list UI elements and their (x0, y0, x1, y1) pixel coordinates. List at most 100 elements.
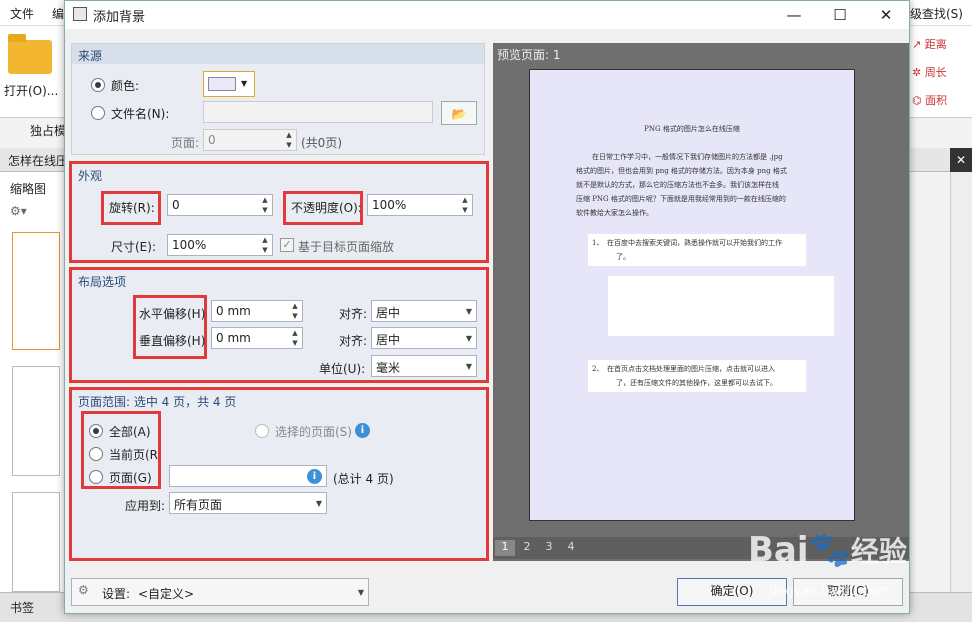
gear-icon[interactable]: ⚙▾ (10, 204, 27, 218)
watermark-url: jingyan.baidu.com (770, 584, 890, 599)
preview-para-5: 软件教给大家怎么操作。 (576, 209, 653, 217)
chevron-down-icon: ▼ (315, 499, 322, 508)
browse-folder-icon[interactable]: 📂 (441, 101, 477, 125)
v-offset-value: 0 mm (216, 331, 251, 345)
h-align-value: 居中 (376, 306, 401, 320)
spinner-arrows-icon: ▲ ▼ (462, 196, 468, 214)
appearance-header: 外观 (78, 169, 103, 183)
preview-step2-line2: 了，还有压缩文件的其他操作，这里都可以去试下。 (616, 379, 777, 387)
pages-total: (总计 4 页) (333, 472, 394, 486)
rotate-spinner[interactable]: 0 ▲ ▼ (167, 194, 273, 216)
gear-icon: ⚙ (78, 583, 89, 597)
perimeter-label: 周长 (924, 66, 947, 79)
all-pages-radio[interactable] (89, 424, 103, 438)
preview-step2-box: 2、 在首页点击文档处理里面的图片压缩，点击就可以进入 了，还有压缩文件的其他操… (588, 360, 806, 392)
color-picker[interactable]: ▼ (203, 71, 255, 97)
page-value: 0 (208, 133, 216, 147)
menu-file[interactable]: 文件 (10, 5, 34, 22)
bookmarks-tab[interactable]: 书签 (10, 599, 34, 616)
v-offset-spinner[interactable]: 0 mm ▲ ▼ (211, 327, 303, 349)
v-align-label: 对齐: (339, 334, 368, 348)
color-radio[interactable] (91, 78, 105, 92)
perimeter-tool[interactable]: ✲ 周长 (912, 64, 947, 80)
color-swatch (208, 77, 236, 91)
watermark-brand: Bai🐾经验 (748, 530, 907, 570)
opacity-value: 100% (372, 198, 407, 212)
source-header: 来源 (72, 44, 484, 64)
filename-field[interactable] (203, 101, 433, 123)
preview-step1-box: 1、 在百度中去搜索关键词，熟悉操作就可以开始我们的工作 了。 (588, 234, 806, 266)
preview-para-3: 就不是默认的方式，那么它的压缩方法也不会多。我们该怎样在线 (576, 181, 779, 189)
thumbnail-page-1[interactable] (12, 232, 60, 350)
preview-para-2: 格式的图片，但也会用到 png 格式的存储方法。因为本身 png 格式 (576, 167, 787, 175)
watermark-brand-text2: 经验 (850, 535, 907, 568)
unit-select[interactable]: 毫米 ▼ (371, 355, 477, 377)
size-spinner[interactable]: 100% ▲ ▼ (167, 234, 273, 256)
preview-page-3[interactable]: 3 (539, 540, 559, 556)
preview-page-4[interactable]: 4 (561, 540, 581, 556)
preview-step1-line1: 1、 在百度中去搜索关键词，熟悉操作就可以开始我们的工作 (592, 239, 782, 247)
open-button-label[interactable]: 打开(O)... (4, 82, 58, 99)
doc-scrollbar[interactable] (950, 172, 972, 592)
h-align-select[interactable]: 居中 ▼ (371, 300, 477, 322)
info-icon[interactable]: i (355, 423, 370, 438)
preview-para-4: 压缩 PNG 格式的图片呢？下面就是用我经常用到的一款在线压缩的 (576, 195, 786, 203)
document-tab[interactable]: 怎样在线压 (8, 152, 68, 169)
color-label: 颜色: (111, 79, 140, 93)
pages-input[interactable] (169, 465, 327, 487)
minimize-icon[interactable]: — (771, 1, 817, 29)
layout-header: 布局选项 (78, 275, 127, 289)
thumbnail-page-3[interactable] (12, 492, 60, 592)
preview-header: 预览页面: 1 (493, 43, 909, 63)
v-offset-label: 垂直偏移(H) (139, 334, 206, 348)
preview-image-placeholder (608, 276, 834, 336)
page-spinner[interactable]: 0 ▲ ▼ (203, 129, 297, 151)
thumbnail-page-2[interactable] (12, 366, 60, 476)
maximize-icon[interactable]: ☐ (817, 1, 863, 29)
apply-to-value: 所有页面 (174, 498, 223, 512)
spinner-arrows-icon: ▲ ▼ (286, 131, 292, 149)
distance-tool[interactable]: ↗ 距离 (912, 36, 947, 52)
chevron-down-icon: ▼ (241, 79, 248, 88)
spinner-arrows-icon: ▲ ▼ (292, 302, 298, 320)
chevron-down-icon: ▼ (465, 362, 472, 371)
preview-page: PNG 格式的图片怎么在线压缩 在日常工作学习中，一般情况下我们存储图片的方法都… (529, 69, 855, 521)
spinner-arrows-icon: ▲ ▼ (262, 236, 268, 254)
current-page-label: 当前页(R (109, 448, 159, 462)
close-doc-icon[interactable]: ✕ (950, 148, 972, 172)
preview-page-2[interactable]: 2 (517, 540, 537, 556)
current-page-radio[interactable] (89, 447, 103, 461)
preview-doc-title: PNG 格式的图片怎么在线压缩 (644, 125, 740, 133)
preview-step1-line2: 了。 (616, 253, 630, 261)
apply-to-select[interactable]: 所有页面 ▼ (169, 492, 327, 514)
menu-edit[interactable]: 编 (52, 5, 64, 22)
pages-radio[interactable] (89, 470, 103, 484)
area-tool[interactable]: ⌬ 面积 (912, 92, 947, 108)
rotate-value: 0 (172, 198, 180, 212)
chevron-down-icon: ▼ (465, 307, 472, 316)
pages-info-icon[interactable]: i (307, 469, 322, 484)
h-align-label: 对齐: (339, 307, 368, 321)
selected-pages-radio[interactable] (255, 424, 269, 438)
rotate-label: 旋转(R): (109, 201, 155, 215)
size-label: 尺寸(E): (111, 240, 156, 254)
filename-radio[interactable] (91, 106, 105, 120)
preview-step2-line1: 2、 在首页点击文档处理里面的图片压缩，点击就可以进入 (592, 365, 775, 373)
v-align-select[interactable]: 居中 ▼ (371, 327, 477, 349)
menu-advanced-find[interactable]: 级查找(S) (910, 5, 963, 22)
open-folder-icon[interactable] (8, 34, 52, 74)
preview-page-1[interactable]: 1 (495, 540, 515, 556)
h-offset-spinner[interactable]: 0 mm ▲ ▼ (211, 300, 303, 322)
preview-para-1: 在日常工作学习中，一般情况下我们存储图片的方法都是 .jpg (592, 153, 783, 161)
dialog-titlebar: 添加背景 — ☐ ✕ (65, 1, 909, 29)
settings-value: <自定义> (138, 587, 195, 601)
exclusive-mode-label[interactable]: 独占模 (30, 122, 66, 139)
close-icon[interactable]: ✕ (863, 1, 909, 29)
all-pages-label: 全部(A) (109, 425, 151, 439)
opacity-spinner[interactable]: 100% ▲ ▼ (367, 194, 473, 216)
selected-pages-label: 选择的页面(S) (275, 425, 352, 439)
scale-checkbox[interactable]: ✓ (280, 238, 294, 252)
settings-select[interactable]: ⚙ 设置: <自定义> ▼ (71, 578, 369, 606)
h-offset-label: 水平偏移(H) (139, 307, 206, 321)
apply-to-label: 应用到: (125, 499, 166, 513)
